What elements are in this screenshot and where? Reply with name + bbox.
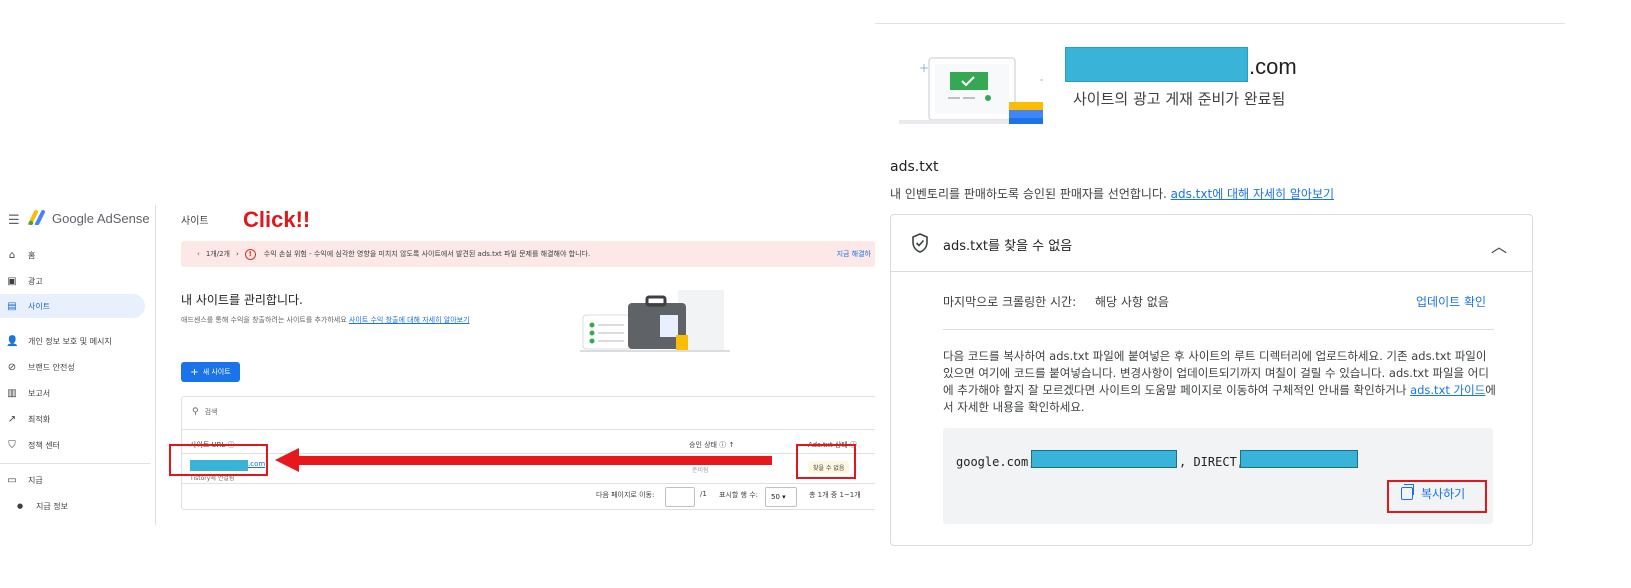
domain-tld: .com: [1249, 54, 1297, 79]
code-prefix: google.com,: [956, 455, 1036, 469]
search-input[interactable]: ⚲ 검색: [192, 407, 217, 417]
divider: [943, 329, 1494, 330]
sidebar-item-home[interactable]: ⌂ 홈: [0, 243, 145, 267]
learn-more-link[interactable]: 사이트 수익 창출에 대해 자세히 알아보기: [349, 316, 470, 324]
red-arrow: [275, 448, 772, 472]
total-pages: /1: [700, 490, 707, 498]
menu-icon[interactable]: ☰: [8, 213, 20, 228]
privacy-icon: 👤: [6, 335, 19, 347]
highlight-box-copy: [1387, 480, 1487, 513]
briefcase-illustration: [580, 290, 730, 352]
sidebar-item-optimization[interactable]: ↗ 최적화: [0, 407, 145, 431]
svg-text:+: +: [919, 61, 929, 75]
sidebar-divider: [0, 463, 150, 464]
alert-prev-icon[interactable]: ‹: [197, 250, 200, 258]
section-title: 내 사이트를 관리합니다.: [181, 293, 303, 307]
sidebar-item-sites[interactable]: ▤ 사이트: [0, 294, 145, 318]
sidebar-item-payments[interactable]: ▭ 지급: [0, 468, 145, 492]
goto-page-label: 다음 페이지로 이동:: [596, 491, 655, 499]
card-title: ads.txt를 찾을 수 없음: [943, 239, 1073, 254]
page-title: 사이트: [181, 216, 209, 227]
header-divider: [155, 205, 156, 525]
warning-icon: !: [244, 248, 256, 260]
alert-fix-link[interactable]: 지금 해결하: [837, 249, 875, 259]
ads-icon: ▣: [7, 275, 17, 287]
divider: [891, 271, 1532, 272]
home-icon: ⌂: [8, 249, 16, 261]
sidebar-item-policy[interactable]: ⛉ 정책 센터: [0, 433, 145, 457]
adstxt-heading: ads.txt: [890, 159, 939, 175]
payment-icon: ▭: [7, 474, 17, 486]
alert-banner: ‹ 1개/2개 › ! 수익 손실 위험 - 수익에 심각한 영향을 미치지 않…: [181, 241, 875, 267]
redacted-cert-id: [1240, 450, 1358, 468]
adstxt-guide-link[interactable]: ads.txt 가이드: [1410, 383, 1485, 397]
adstxt-description: 내 인벤토리를 판매하도록 승인된 판매자를 선언합니다. ads.txt에 대…: [890, 187, 1335, 201]
sidebar-item-brand-safety[interactable]: ⊘ 브랜드 안전성: [0, 355, 145, 379]
computer-check-illustration: + +: [899, 57, 1043, 124]
new-site-button[interactable]: + 새 사이트: [181, 362, 240, 382]
redacted-publisher-id: [1031, 450, 1177, 468]
sidebar-item-privacy[interactable]: 👤 개인 정보 보호 및 메시지: [0, 329, 145, 353]
block-icon: ⊘: [7, 361, 17, 373]
check-update-link[interactable]: 업데이트 확인: [1416, 293, 1486, 310]
adstxt-learn-more-link[interactable]: ads.txt에 대해 자세히 알아보기: [1171, 187, 1334, 201]
alert-message: 수익 손실 위험 - 수익에 심각한 영향을 미치지 않도록 사이트에서 발견된…: [263, 250, 591, 258]
divider: [182, 429, 875, 430]
last-crawl-value: 해당 사항 없음: [1095, 295, 1169, 309]
dot-icon: ●: [16, 502, 24, 510]
code-direct: , DIRECT,: [1179, 455, 1245, 469]
rows-label: 표시할 행 수:: [719, 491, 759, 499]
sidebar-item-ads[interactable]: ▣ 광고: [0, 269, 145, 293]
alert-next-icon[interactable]: ›: [236, 250, 239, 258]
svg-text:+: +: [1039, 73, 1043, 87]
highlight-box-status: [796, 444, 856, 479]
alert-page: 1개/2개: [205, 250, 230, 258]
last-crawl-label: 마지막으로 크롤링한 시간:: [943, 295, 1077, 309]
sidebar-item-reports[interactable]: ▥ 보고서: [0, 381, 145, 405]
instructions-text: 다음 코드를 복사하여 ads.txt 파일에 붙여넣은 후 사이트의 루트 디…: [943, 349, 1496, 414]
plus-icon: +: [190, 366, 199, 378]
search-icon: ⚲: [192, 407, 199, 417]
rows-select[interactable]: 50 ▾: [765, 487, 797, 507]
app-name: Google AdSense: [52, 211, 150, 226]
shield-check-icon: [912, 233, 928, 253]
chevron-up-icon[interactable]: ︿: [1491, 233, 1507, 257]
sidebar-item-payment-info[interactable]: ● 지급 정보: [0, 494, 145, 518]
pager-summary: 총 1개 중 1~1개: [809, 491, 861, 499]
trend-icon: ↗: [7, 413, 17, 425]
sites-icon: ▤: [7, 300, 17, 312]
ready-status: 사이트의 광고 게재 준비가 완료됨: [1073, 90, 1286, 108]
goto-page-input[interactable]: [665, 487, 695, 507]
section-desc: 애드센스를 통해 수익을 창출하려는 사이트를 추가하세요 사이트 수익 창출에…: [181, 316, 470, 324]
redacted-domain: [1065, 47, 1248, 82]
click-annotation: Click!!: [243, 207, 311, 232]
adsense-logo-icon: [28, 210, 45, 225]
highlight-box-url: [169, 444, 268, 476]
divider: [875, 23, 1565, 24]
report-icon: ▥: [7, 387, 17, 399]
adstxt-panel: + + .com 사이트의 광고 게재 준비가 완료됨 ads.txt 내 인벤…: [875, 0, 1631, 588]
shield-icon: ⛉: [8, 439, 16, 451]
adsense-sites-screenshot: ☰ Google AdSense 사이트 ⌂ 홈 ▣ 광고 ▤ 사이트 👤 개인 정보 …: [0, 205, 875, 535]
divider: [182, 483, 875, 484]
